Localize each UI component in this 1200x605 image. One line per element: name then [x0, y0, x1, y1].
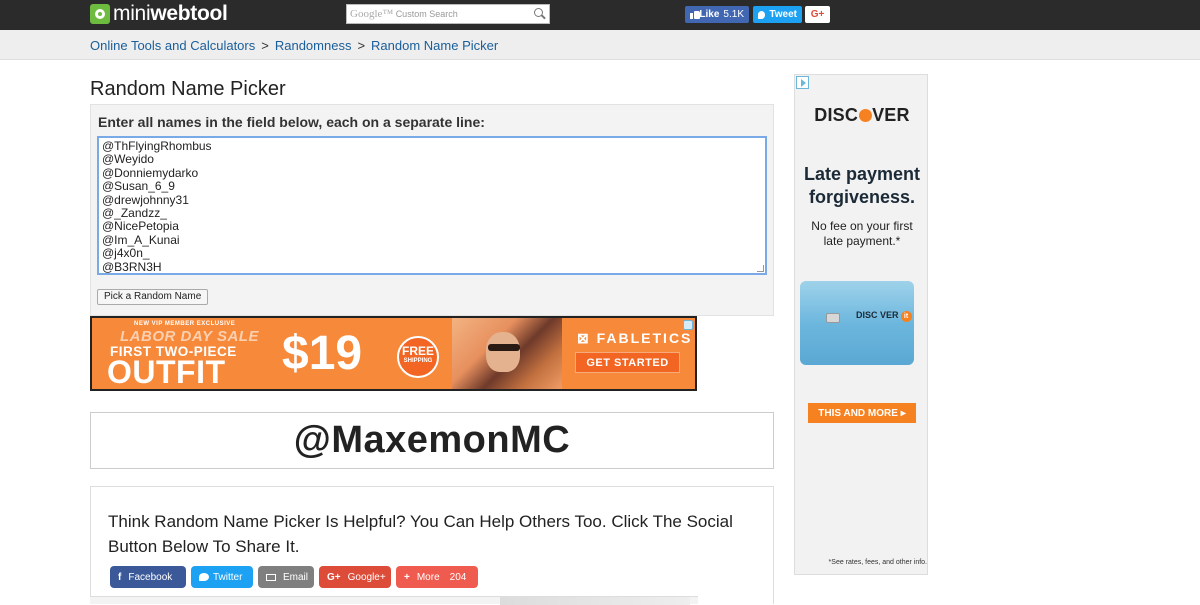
ad-price: $19 [282, 327, 363, 380]
share-more-label: More [416, 571, 440, 583]
free-shipping-badge: FREE SHIPPING [397, 336, 439, 378]
share-more-button[interactable]: + More 204 [396, 566, 478, 588]
breadcrumb-separator: > [357, 38, 366, 53]
ad-labor-day-text: LABOR DAY SALE [120, 328, 259, 345]
fabletics-banner-ad[interactable]: NEW VIP MEMBER EXCLUSIVE LABOR DAY SALE … [90, 316, 697, 391]
top-bar: mini webtool Google™ Custom Search Like 5… [0, 0, 1200, 30]
name-line: @Im_A_Kunai [102, 232, 180, 247]
google-plus-icon: G+ [327, 571, 341, 583]
ad-model-photo [452, 318, 562, 389]
ad-outfit-text: OUTFIT [107, 354, 226, 390]
names-textarea[interactable]: @ThFlyingRhombus @Weyido @Donniemydarko … [97, 136, 767, 275]
search-placeholder-text: Custom Search [395, 9, 458, 19]
ad-headline: Late payment forgiveness. [803, 164, 921, 207]
breadcrumb-link-random-name-picker[interactable]: Random Name Picker [371, 38, 498, 53]
search-placeholder: Google™ Custom Search [347, 8, 531, 20]
twitter-bird-icon [758, 10, 766, 19]
discover-logo-post: VER [872, 105, 910, 125]
card-brand: DISC VER it [856, 310, 912, 322]
name-entry-form: Enter all names in the field below, each… [90, 104, 774, 316]
textarea-resize-handle[interactable] [757, 265, 764, 272]
plus-icon: + [404, 571, 410, 583]
this-and-more-button[interactable]: THIS AND MORE ▸ [808, 403, 916, 423]
picked-name: @MaxemonMC [293, 419, 571, 461]
logo-text-webtool: webtool [150, 2, 228, 25]
share-prompt-text: Think Random Name Picker Is Helpful? You… [108, 512, 733, 556]
shipping-badge-text: SHIPPING [403, 358, 433, 364]
name-line: @Donniemydarko [102, 165, 199, 180]
breadcrumb: Online Tools and Calculators > Randomness >… [90, 38, 498, 53]
name-line: @drewjohnny31 [102, 192, 189, 207]
ad-subtext: No fee on your first late payment.* [811, 219, 913, 248]
tweet-button[interactable]: Tweet [753, 6, 802, 23]
facebook-icon: f [118, 571, 122, 583]
like-label: Like [699, 9, 720, 20]
name-line: @NicePetopia [102, 219, 179, 234]
pick-random-name-button[interactable]: Pick a Random Name [97, 289, 209, 305]
credit-card-image: DISC VER it [800, 281, 914, 365]
share-count: 204 [449, 571, 467, 583]
search-input[interactable]: Google™ Custom Search [346, 4, 550, 24]
breadcrumb-separator: > [261, 38, 269, 53]
share-facebook-label: Facebook [128, 571, 173, 583]
envelope-icon [266, 573, 276, 581]
share-twitter-button[interactable]: Twitter [191, 566, 253, 588]
gear-icon [90, 4, 110, 24]
name-line: @j4x0n_ [102, 246, 150, 261]
card-it-badge: it [900, 311, 912, 322]
share-facebook-button[interactable]: f Facebook [110, 566, 186, 588]
name-line: @ThFlyingRhombus [102, 139, 212, 153]
free-badge-text: FREE [401, 344, 434, 358]
ad-fine-print: *See rates, fees, and other info. [828, 559, 927, 566]
card-brand-text: DISC VER [856, 310, 899, 320]
thumbs-up-icon [690, 10, 701, 19]
names-field-label: Enter all names in the field below, each… [98, 114, 485, 130]
twitter-bird-icon [199, 573, 209, 581]
adchoices-icon[interactable] [796, 76, 809, 89]
adchoices-icon[interactable] [683, 320, 693, 330]
breadcrumb-link-online-tools[interactable]: Online Tools and Calculators [90, 38, 255, 53]
search-icon[interactable] [531, 5, 549, 23]
tweet-label: Tweet [769, 9, 797, 20]
page-title: Random Name Picker [90, 78, 286, 100]
next-ad-strip [90, 596, 698, 605]
share-email-label: Email [283, 571, 309, 583]
like-count: 5.1K [723, 9, 744, 20]
name-line: @Susan_6_9 [102, 179, 175, 194]
result-box: @MaxemonMC [90, 412, 774, 469]
discover-logo-pre: DISC [814, 105, 859, 125]
name-line: @_Zandzz_ [102, 206, 167, 221]
share-box: Think Random Name Picker Is Helpful? You… [90, 486, 774, 604]
card-chip-icon [826, 313, 840, 323]
logo-text-mini: mini [113, 2, 151, 25]
google-label: Google™ [350, 8, 394, 20]
discover-logo: DISC VER [795, 105, 929, 126]
breadcrumb-link-randomness[interactable]: Randomness [275, 38, 352, 53]
site-logo[interactable]: mini webtool [90, 2, 228, 26]
ad-exclusive-text: NEW VIP MEMBER EXCLUSIVE [134, 321, 236, 327]
share-twitter-label: Twitter [213, 571, 243, 583]
facebook-like-button[interactable]: Like 5.1K [685, 6, 749, 23]
google-plus-button[interactable]: G+ [805, 6, 830, 23]
google-plus-label: G+ [810, 9, 825, 20]
discover-dot-icon [858, 109, 872, 122]
discover-side-ad[interactable]: DISC VER Late payment forgiveness. No fee… [794, 74, 928, 575]
name-line: @B3RN3H [102, 259, 162, 274]
breadcrumb-bar: Online Tools and Calculators > Randomness >… [0, 30, 1200, 60]
share-google-plus-label: Google+ [347, 571, 386, 583]
name-line: @Weyido [102, 152, 154, 167]
share-google-plus-button[interactable]: G+ Google+ [319, 566, 391, 588]
share-email-button[interactable]: Email [258, 566, 314, 588]
fabletics-logo: ⊠ FABLETICS [577, 330, 693, 346]
get-started-button[interactable]: GET STARTED [575, 352, 680, 373]
